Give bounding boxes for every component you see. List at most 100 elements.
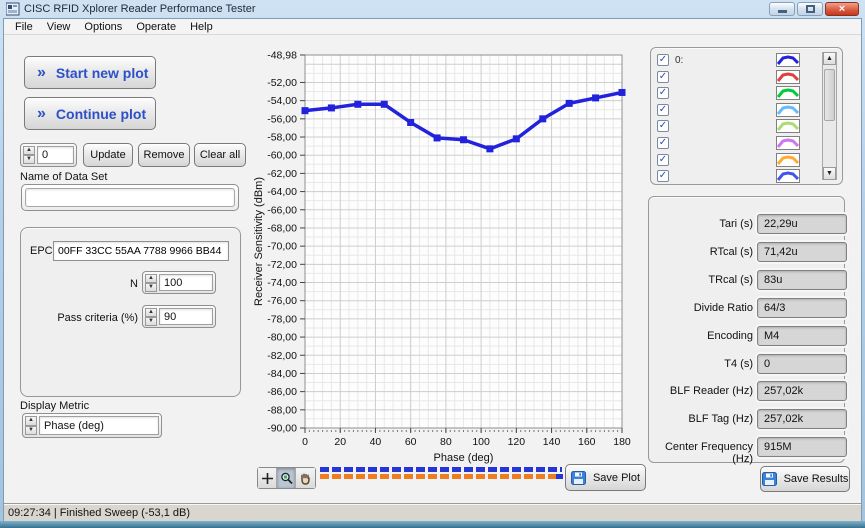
legend-checkbox[interactable]: ✓ [657,137,669,149]
zoom-tool-button[interactable] [277,468,296,488]
spinner-up-icon[interactable]: ▲ [25,416,37,426]
legend-color-swatch[interactable] [776,70,800,84]
menu-item-options[interactable]: Options [77,20,129,34]
spinner-down-icon[interactable]: ▼ [145,317,157,326]
x-scrollbar-top[interactable] [320,467,562,472]
svg-text:-90,00: -90,00 [267,423,297,435]
scroll-up-icon[interactable]: ▲ [823,52,836,65]
legend-checkbox[interactable]: ✓ [657,87,669,99]
plot-index-value[interactable]: 0 [37,146,74,164]
legend-color-swatch[interactable] [776,169,800,183]
continue-plot-button[interactable]: » Continue plot [24,97,156,130]
legend-scrollbar[interactable]: ▲ ▼ [822,52,837,180]
spinner-up-icon[interactable]: ▲ [145,308,157,317]
legend-color-swatch[interactable] [776,86,800,100]
spinner-down-icon[interactable]: ▼ [23,155,35,164]
legend-checkbox[interactable]: ✓ [657,154,669,166]
legend-row-6: ✓ [657,152,800,168]
status-bar: 09:27:34 | Finished Sweep (-53,1 dB) [4,504,861,521]
param-label: BLF Reader (Hz) [653,385,753,397]
scroll-down-icon[interactable]: ▼ [823,167,836,180]
status-text: 09:27:34 | Finished Sweep (-53,1 dB) [8,507,190,519]
svg-text:Phase (deg): Phase (deg) [434,452,494,464]
minimize-button[interactable] [769,2,795,16]
spinner-down-icon[interactable]: ▼ [25,426,37,436]
display-metric-value[interactable]: Phase (deg) [39,416,159,435]
legend-row-5: ✓ [657,135,800,151]
x-scrollbar-bottom[interactable] [320,474,556,479]
menu-bar: FileViewOptionsOperateHelp [4,19,861,35]
start-new-plot-button[interactable]: » Start new plot [24,56,156,89]
plot-index-stepper[interactable]: ▲ ▼ 0 [20,143,77,167]
param-label: TRcal (s) [653,274,753,286]
legend-row-2: ✓ [657,85,800,101]
legend-color-swatch[interactable] [776,53,800,67]
param-value-field: 915M [757,437,847,457]
param-value-field: 71,42u [757,242,847,262]
menu-item-view[interactable]: View [40,20,78,34]
floppy-disk-icon [571,471,586,485]
pan-tool-button[interactable] [296,468,315,488]
svg-text:-64,00: -64,00 [267,186,297,198]
display-metric-selector[interactable]: ▲ ▼ Phase (deg) [22,413,162,438]
cursor-tool-button[interactable] [258,468,277,488]
remove-button[interactable]: Remove [138,143,190,167]
legend-color-swatch[interactable] [776,119,800,133]
param-value-field: 257,02k [757,381,847,401]
legend-row-3: ✓ [657,102,800,118]
clear-all-button[interactable]: Clear all [194,143,246,167]
svg-text:-60,00: -60,00 [267,150,297,162]
save-results-button[interactable]: Save Results [760,466,850,492]
maximize-button[interactable] [797,2,823,16]
legend-row-0: ✓ 0: [657,52,800,68]
update-button[interactable]: Update [83,143,133,167]
param-value-field: 22,29u [757,214,847,234]
continue-plot-label: Continue plot [56,106,146,122]
spinner-down-icon[interactable]: ▼ [145,283,157,292]
app-icon [6,2,20,16]
legend-row-label: 0: [675,55,776,66]
legend-checkbox[interactable]: ✓ [657,170,669,182]
save-plot-label: Save Plot [593,472,640,484]
svg-text:-68,00: -68,00 [267,222,297,234]
svg-text:-54,00: -54,00 [267,95,297,107]
n-value[interactable]: 100 [159,274,213,291]
title-bar[interactable]: CISC RFID Xplorer Reader Performance Tes… [0,0,865,18]
spinner-up-icon[interactable]: ▲ [23,146,35,155]
pass-criteria-stepper[interactable]: ▲ ▼ 90 [142,305,216,328]
menu-item-help[interactable]: Help [183,20,220,34]
menu-item-operate[interactable]: Operate [129,20,183,34]
legend-checkbox[interactable]: ✓ [657,104,669,116]
param-value-field: 0 [757,354,847,374]
dataset-input[interactable] [25,188,235,207]
legend-color-swatch[interactable] [776,153,800,167]
close-button[interactable]: × [825,2,859,16]
svg-text:-52,00: -52,00 [267,77,297,89]
save-plot-button[interactable]: Save Plot [565,464,646,491]
svg-text:40: 40 [370,436,382,448]
minimize-icon [778,10,787,13]
dataset-field-frame [21,184,239,211]
legend-checkbox[interactable]: ✓ [657,120,669,132]
svg-text:-84,00: -84,00 [267,368,297,380]
svg-text:-72,00: -72,00 [267,259,297,271]
svg-text:-86,00: -86,00 [267,386,297,398]
svg-text:-78,00: -78,00 [267,313,297,325]
n-label: N [118,278,138,290]
legend-color-swatch[interactable] [776,103,800,117]
spinner-up-icon[interactable]: ▲ [145,274,157,283]
pass-criteria-value[interactable]: 90 [159,308,213,325]
scrollbar-thumb[interactable] [824,69,835,121]
legend-checkbox[interactable]: ✓ [657,54,669,66]
clear-all-label: Clear all [200,149,240,161]
window-bottom-border [0,521,865,528]
sensitivity-chart[interactable]: -48,98-52,00-54,00-56,00-58,00-60,00-62,… [252,42,648,464]
n-stepper[interactable]: ▲ ▼ 100 [142,271,216,294]
svg-text:-58,00: -58,00 [267,132,297,144]
floppy-disk-icon [762,472,777,486]
epc-input[interactable] [53,241,229,261]
legend-row-1: ✓ [657,69,800,85]
legend-checkbox[interactable]: ✓ [657,71,669,83]
menu-item-file[interactable]: File [8,20,40,34]
legend-color-swatch[interactable] [776,136,800,150]
